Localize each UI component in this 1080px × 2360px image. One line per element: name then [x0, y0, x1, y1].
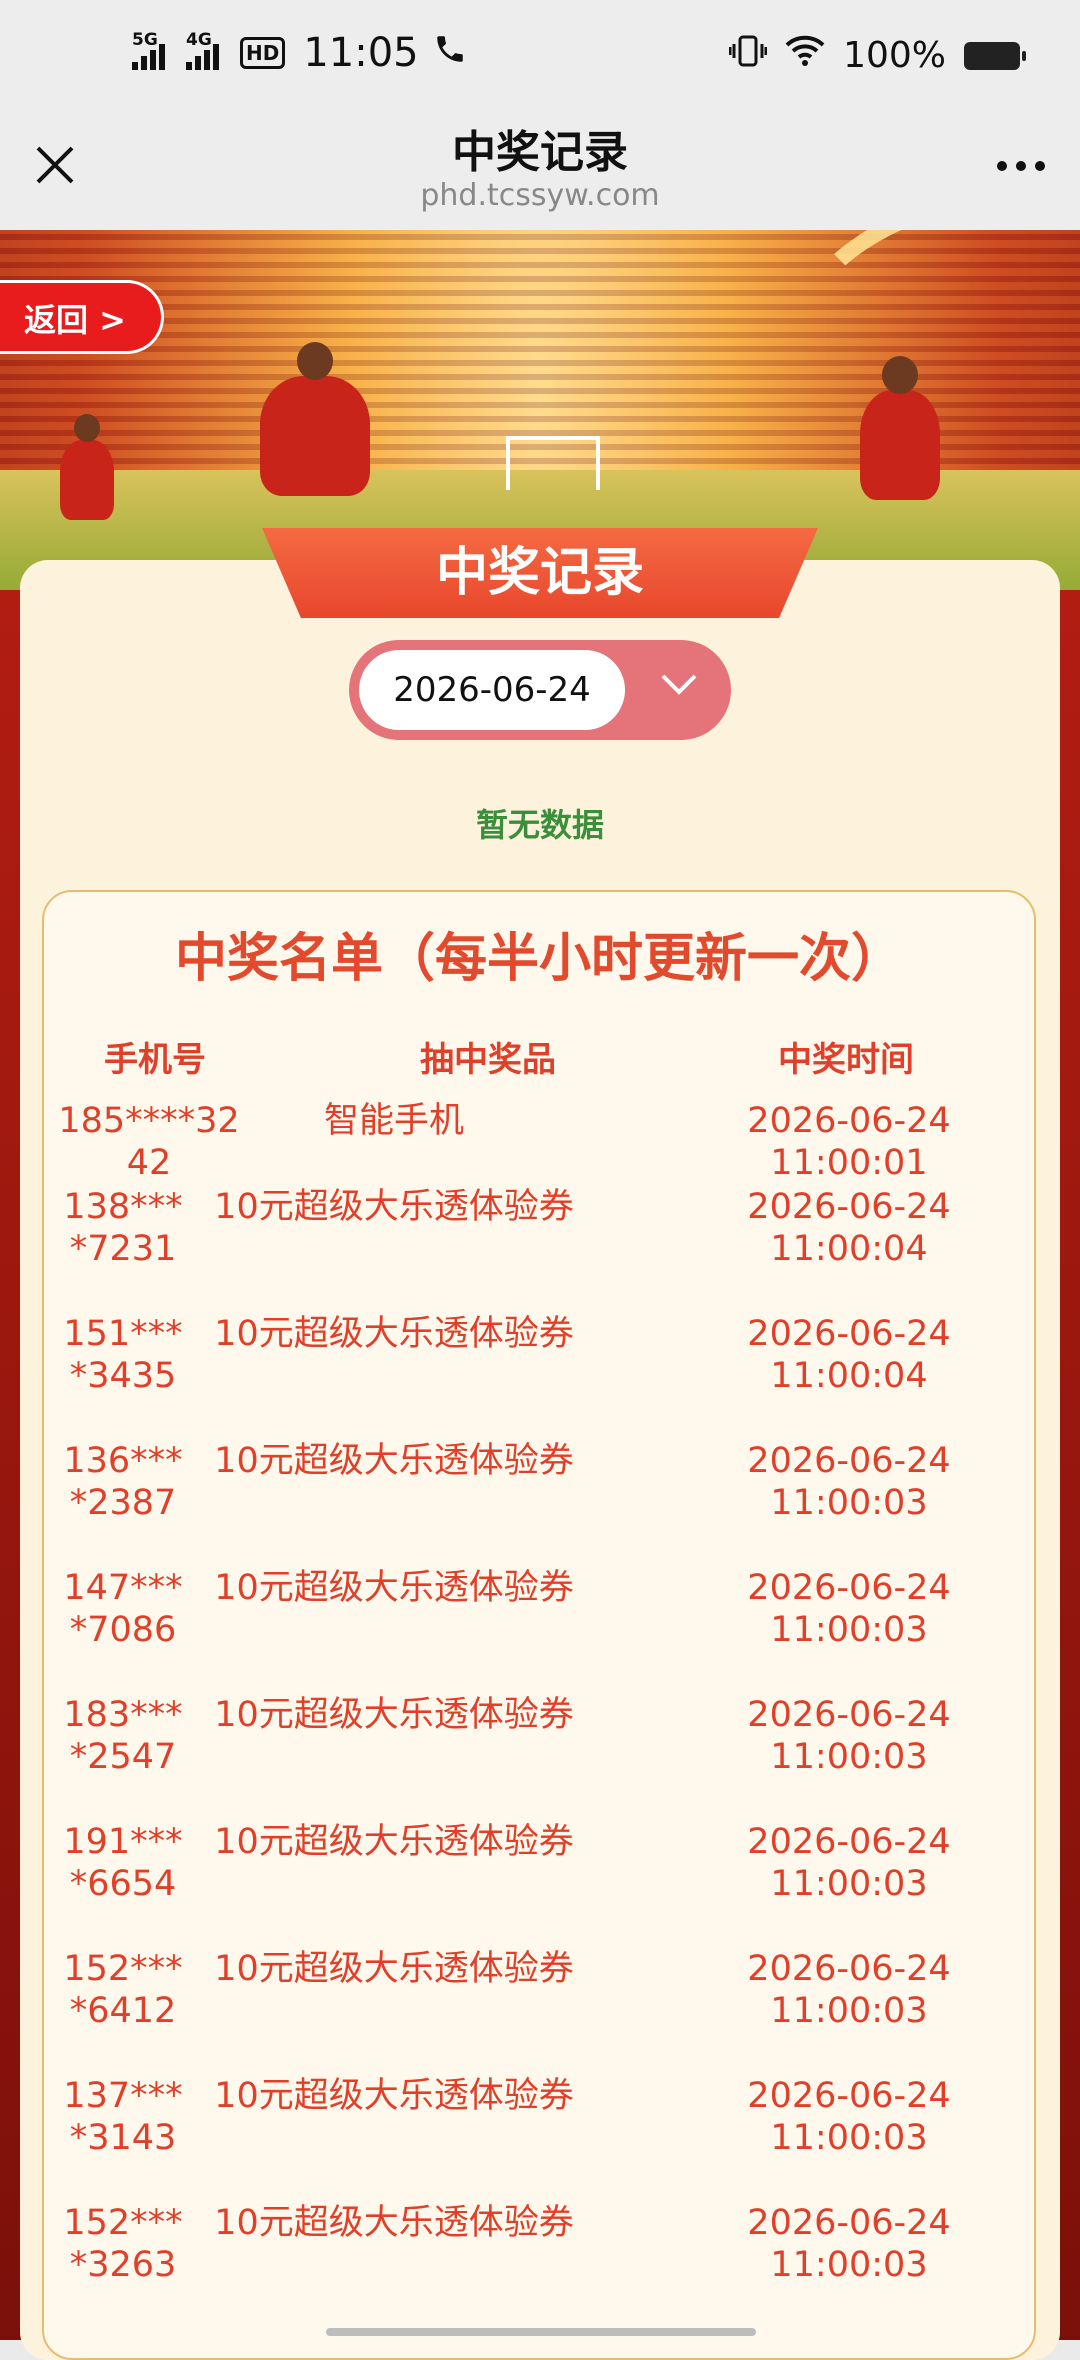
row-prize: 10元超级大乐透体验券 [214, 2203, 574, 2243]
row-prize: 10元超级大乐透体验券 [214, 1314, 574, 1354]
net1-label: 5G [132, 30, 158, 50]
battery-percent: 100% [843, 35, 946, 76]
row-time: 2026-06-24 11:00:03 [747, 1441, 951, 1523]
row-phone: 151****3435 [63, 1314, 183, 1396]
winner-list-title: 中奖名单（每半小时更新一次） [174, 929, 903, 989]
player-figure [60, 414, 114, 520]
row-prize: 10元超级大乐透体验券 [214, 1441, 574, 1481]
card-banner-title: 中奖记录 [262, 528, 818, 618]
chevron-down-icon[interactable] [657, 662, 701, 706]
row-time: 2026-06-24 11:00:01 [747, 1101, 951, 1183]
page-title: 中奖记录 [452, 127, 628, 178]
table-row: 183****2547 10元超级大乐透体验券 2026-06-24 11:00… [44, 1694, 1038, 1821]
row-time: 2026-06-24 11:00:04 [747, 1187, 951, 1269]
row-prize: 智能手机 [323, 1101, 464, 1141]
vibrate-icon [728, 34, 768, 77]
row-phone: 137****3143 [63, 2076, 183, 2158]
title-bar: 中奖记录 phd.tcssyw.com [0, 110, 1080, 230]
row-prize: 10元超级大乐透体验券 [214, 1949, 574, 1989]
row-time: 2026-06-24 11:00:03 [747, 1949, 951, 2031]
row-phone: 147****7086 [63, 1568, 183, 1650]
phone-call-icon [433, 30, 467, 76]
table-row: 152****6412 10元超级大乐透体验券 2026-06-24 11:00… [44, 1948, 1038, 2075]
winner-rows: 185****3242 智能手机 2026-06-24 11:00:01 138… [44, 1100, 1038, 2329]
player-figure [860, 356, 940, 500]
column-header-phone: 手机号 [104, 1040, 206, 1080]
table-row: 152****3263 10元超级大乐透体验券 2026-06-24 11:00… [44, 2202, 1038, 2329]
table-row: 137****3143 10元超级大乐透体验券 2026-06-24 11:00… [44, 2075, 1038, 2202]
row-time: 2026-06-24 11:00:03 [747, 2203, 951, 2285]
row-phone: 136****2387 [63, 1441, 183, 1523]
row-prize: 10元超级大乐透体验券 [214, 1568, 574, 1608]
hd-icon: HD [240, 37, 286, 69]
table-row: 185****3242 智能手机 2026-06-24 11:00:01 [44, 1100, 1038, 1186]
status-left: 5G 4G HD 11:05 [132, 30, 467, 76]
signal-4g-icon: 4G [186, 30, 226, 70]
table-row: 147****7086 10元超级大乐透体验券 2026-06-24 11:00… [44, 1567, 1038, 1694]
row-prize: 10元超级大乐透体验券 [214, 1822, 574, 1862]
row-phone: 183****2547 [63, 1695, 183, 1777]
date-value[interactable]: 2026-06-24 [359, 650, 625, 730]
column-header-prize: 抽中奖品 [420, 1040, 556, 1080]
goal-post [506, 436, 600, 490]
home-indicator[interactable] [326, 2328, 756, 2336]
wifi-icon [785, 35, 825, 76]
more-icon[interactable] [996, 130, 1046, 188]
page-url: phd.tcssyw.com [420, 178, 660, 213]
row-time: 2026-06-24 11:00:03 [747, 1695, 951, 1777]
status-time: 11:05 [303, 30, 419, 76]
row-time: 2026-06-24 11:00:03 [747, 1568, 951, 1650]
row-time: 2026-06-24 11:00:03 [747, 2076, 951, 2158]
signal-5g-icon: 5G [132, 30, 172, 70]
row-prize: 10元超级大乐透体验券 [214, 2076, 574, 2116]
row-time: 2026-06-24 11:00:04 [747, 1314, 951, 1396]
net2-label: 4G [186, 30, 212, 50]
player-figure [260, 342, 370, 496]
row-phone: 152****6412 [63, 1949, 183, 2031]
table-row: 138****7231 10元超级大乐透体验券 2026-06-24 11:00… [44, 1186, 1038, 1313]
row-phone: 138****7231 [63, 1187, 183, 1269]
row-time: 2026-06-24 11:00:03 [747, 1822, 951, 1904]
date-selector[interactable]: 2026-06-24 [349, 640, 731, 740]
table-row: 191****6654 10元超级大乐透体验券 2026-06-24 11:00… [44, 1821, 1038, 1948]
table-row: 151****3435 10元超级大乐透体验券 2026-06-24 11:00… [44, 1313, 1038, 1440]
row-prize: 10元超级大乐透体验券 [214, 1187, 574, 1227]
winner-list: 中奖名单（每半小时更新一次） 手机号 抽中奖品 中奖时间 185****3242… [42, 890, 1036, 2360]
row-phone: 152****3263 [63, 2203, 183, 2285]
back-button[interactable]: 返回 > [0, 280, 164, 354]
status-right: 100% [728, 34, 1026, 77]
column-header-time: 中奖时间 [778, 1040, 914, 1080]
row-prize: 10元超级大乐透体验券 [214, 1695, 574, 1735]
empty-data-text: 暂无数据 [475, 806, 604, 844]
row-phone: 191****6654 [63, 1822, 183, 1904]
battery-icon [964, 41, 1026, 70]
table-row: 136****2387 10元超级大乐透体验券 2026-06-24 11:00… [44, 1440, 1038, 1567]
status-bar: 5G 4G HD 11:05 100% [0, 0, 1080, 110]
